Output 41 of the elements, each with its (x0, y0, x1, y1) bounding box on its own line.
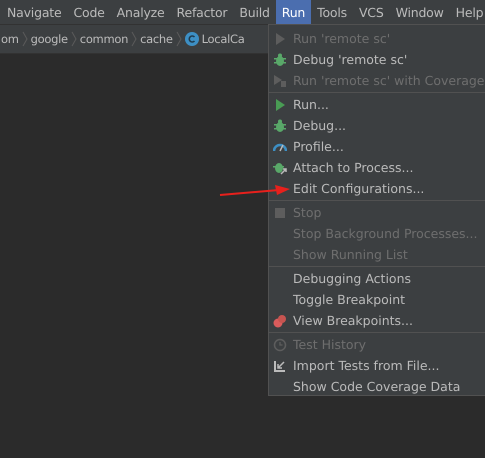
menu-entry[interactable]: Debug... (269, 115, 485, 136)
breadcrumb[interactable]: google (30, 32, 69, 46)
menu-item[interactable]: Window (390, 0, 450, 24)
menu-entry[interactable]: Attach to Process... (269, 157, 485, 178)
breadcrumb[interactable]: cache (139, 32, 174, 46)
play-icon (273, 32, 287, 46)
class-icon (184, 32, 199, 46)
chevron-icon (70, 31, 77, 47)
menu-item[interactable]: Tools (311, 0, 353, 24)
menu-item[interactable]: VCS (352, 0, 390, 24)
menu-entry[interactable]: Debugging Actions (269, 268, 485, 289)
menu-item[interactable]: Run (276, 0, 312, 24)
chevron-icon (176, 31, 182, 47)
menu-entry[interactable]: Show Code Coverage Data (269, 376, 485, 397)
menu-entry[interactable]: Edit Configurations... (269, 178, 485, 199)
menu-item[interactable]: Refactor (170, 0, 234, 24)
chevron-icon (131, 31, 138, 47)
menu-entry[interactable]: Toggle Breakpoint (269, 289, 485, 310)
menu-item[interactable]: Code (67, 0, 111, 24)
menu-entry[interactable]: Run... (269, 94, 485, 115)
stop-icon (273, 206, 287, 220)
menu-item[interactable]: Analyze (110, 0, 171, 24)
breadcrumb[interactable]: om (0, 32, 20, 46)
menu-entry[interactable]: View Breakpoints... (269, 310, 485, 331)
bug-icon (273, 52, 287, 66)
menu-entry[interactable]: Import Tests from File... (269, 355, 485, 376)
bug-icon (273, 118, 287, 132)
menu-item[interactable]: Help (450, 0, 485, 24)
menu-entry[interactable]: Profile... (269, 136, 485, 157)
menu-item[interactable]: Navigate (1, 0, 68, 24)
coverage-icon (273, 74, 287, 88)
menu-item[interactable]: Build (233, 0, 276, 24)
import-icon (273, 358, 287, 372)
menu-entry[interactable]: Debug 'remote sc' (269, 49, 485, 70)
breadcrumb[interactable]: LocalCa (184, 32, 246, 46)
breakpoints-icon (273, 314, 287, 328)
breadcrumb[interactable]: common (78, 32, 130, 46)
chevron-icon (22, 31, 28, 47)
bug-arrow-icon (273, 160, 287, 174)
clock-icon (273, 338, 287, 352)
play-icon (273, 98, 287, 112)
